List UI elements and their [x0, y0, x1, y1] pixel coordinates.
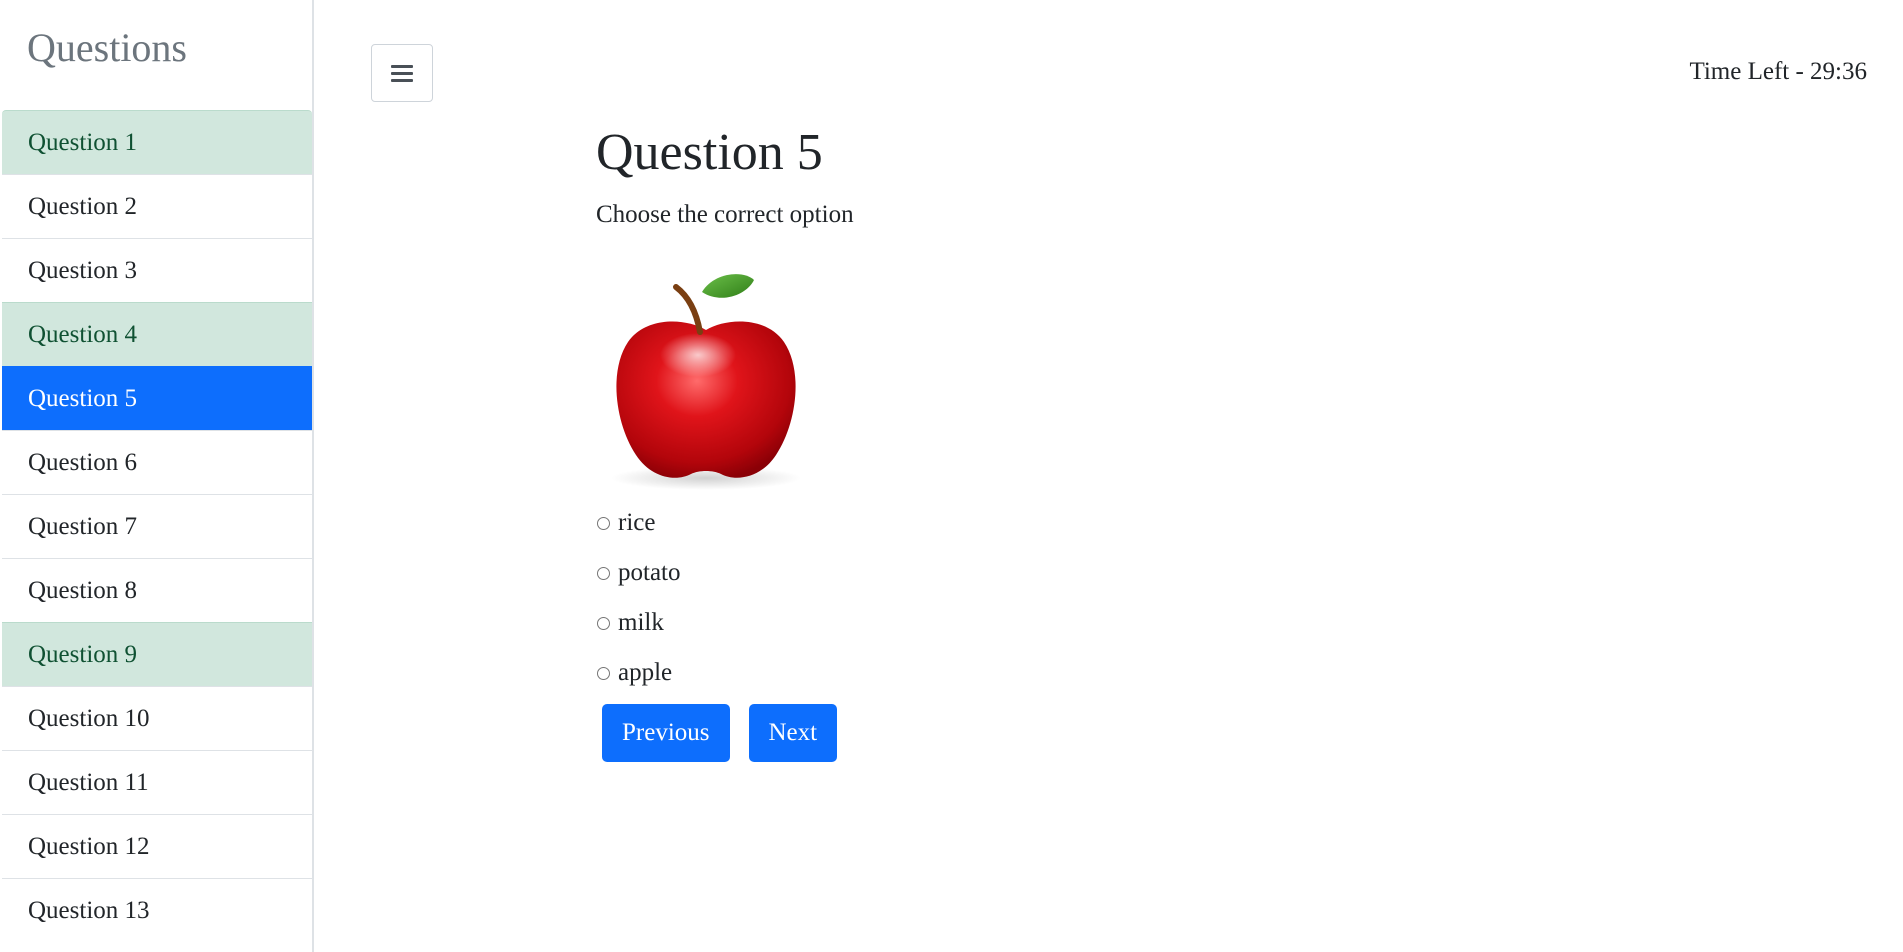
next-button[interactable]: Next	[748, 704, 838, 762]
sidebar-heading: Questions	[27, 25, 187, 70]
quiz-app: Questions Question 1 Question 2 Question…	[0, 0, 1903, 952]
option-milk[interactable]: milk	[596, 598, 854, 648]
sidebar-toggle-button[interactable]	[371, 44, 433, 102]
option-apple-radio[interactable]	[597, 666, 610, 680]
sidebar-item-question-9[interactable]: Question 9	[2, 622, 312, 686]
navigation-buttons: Previous Next	[602, 704, 854, 762]
apple-image	[611, 274, 801, 490]
sidebar-item-question-11[interactable]: Question 11	[2, 750, 312, 814]
sidebar-item-question-6[interactable]: Question 6	[2, 430, 312, 494]
sidebar-item-question-8[interactable]: Question 8	[2, 558, 312, 622]
questions-sidebar: Questions Question 1 Question 2 Question…	[0, 0, 314, 952]
option-rice[interactable]: rice	[596, 498, 854, 548]
option-rice-radio[interactable]	[597, 516, 610, 530]
option-potato[interactable]: potato	[596, 548, 854, 598]
sidebar-item-question-4[interactable]: Question 4	[2, 302, 312, 366]
sidebar-item-question-10[interactable]: Question 10	[2, 686, 312, 750]
sidebar-item-question-2[interactable]: Question 2	[2, 174, 312, 238]
question-instruction: Choose the correct option	[596, 201, 854, 228]
sidebar-item-question-12[interactable]: Question 12	[2, 814, 312, 878]
question-panel: Question 5 Choose the correct option ric…	[596, 120, 854, 762]
option-milk-radio[interactable]	[597, 616, 610, 630]
option-milk-label: milk	[618, 609, 664, 636]
sidebar-item-question-5[interactable]: Question 5	[2, 366, 312, 430]
question-list: Question 1 Question 2 Question 3 Questio…	[2, 110, 312, 942]
hamburger-icon	[391, 64, 413, 82]
sidebar-item-question-1[interactable]: Question 1	[2, 110, 312, 174]
option-rice-label: rice	[618, 509, 656, 536]
answer-options: rice potato milk apple	[596, 498, 854, 698]
option-apple-label: apple	[618, 659, 673, 686]
sidebar-item-question-7[interactable]: Question 7	[2, 494, 312, 558]
time-left: Time Left - 29:36	[1689, 58, 1867, 85]
sidebar-item-question-13[interactable]: Question 13	[2, 878, 312, 942]
option-apple[interactable]: apple	[596, 648, 854, 698]
previous-button[interactable]: Previous	[602, 704, 730, 762]
option-potato-label: potato	[618, 559, 681, 586]
option-potato-radio[interactable]	[597, 566, 610, 580]
question-title: Question 5	[596, 124, 823, 181]
sidebar-item-question-3[interactable]: Question 3	[2, 238, 312, 302]
